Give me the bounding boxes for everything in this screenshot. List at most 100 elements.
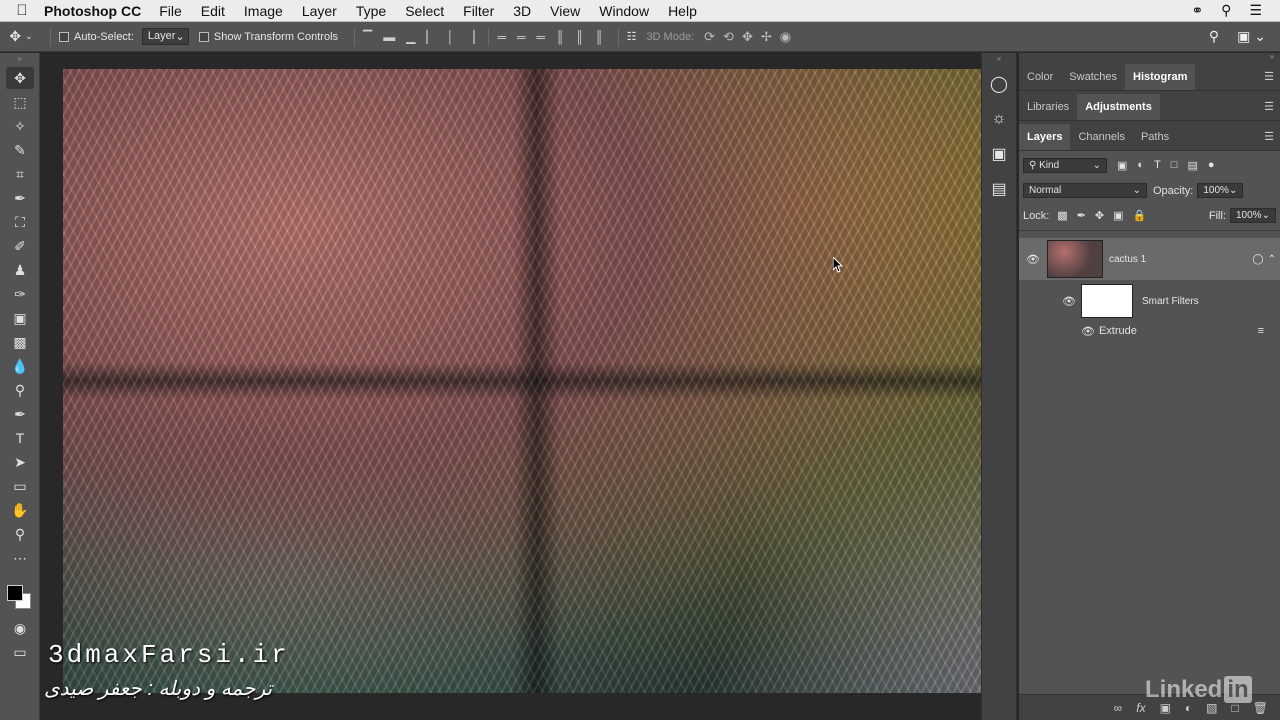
rectangle-tool-icon[interactable]: ▭ — [6, 475, 34, 497]
tab-layers[interactable]: Layers — [1019, 124, 1071, 150]
creative-cloud-icon[interactable]: ⚭ — [1191, 2, 1203, 19]
smart-filter-indicator-icon[interactable]: ◯ — [1252, 254, 1263, 265]
align-hcenter-icon[interactable]: │ — [447, 30, 455, 44]
smart-object-filter-icon[interactable]: ▤ — [1187, 159, 1197, 172]
type-filter-icon[interactable]: T — [1154, 159, 1161, 172]
opacity-field[interactable]: 100% ⌄ — [1197, 183, 1244, 198]
menu-filter[interactable]: Filter — [463, 3, 494, 19]
filter-kind-dropdown[interactable]: ⚲ Kind ⌄ — [1023, 158, 1107, 173]
lock-transparent-icon[interactable]: ▩ — [1057, 209, 1067, 222]
tab-paths[interactable]: Paths — [1133, 124, 1177, 150]
move-tool-preset-picker[interactable]: ✥ ⌄ — [0, 28, 42, 45]
smart-filter-mask-thumbnail[interactable] — [1081, 284, 1133, 318]
layer-thumbnail[interactable] — [1047, 240, 1103, 278]
auto-select-checkbox[interactable] — [59, 31, 69, 42]
3d-camera-icon[interactable]: ◉ — [780, 29, 791, 45]
search-icon[interactable]: ⚲ — [1209, 28, 1219, 45]
panel-menu-icon[interactable]: ☰ — [1264, 100, 1274, 113]
filter-toggle-icon[interactable]: ● — [1208, 159, 1215, 172]
notification-list-icon[interactable]: ☰ — [1249, 2, 1262, 19]
menu-select[interactable]: Select — [405, 3, 444, 19]
tab-channels[interactable]: Channels — [1070, 124, 1132, 150]
smart-filters-row[interactable]: 👁 Smart Filters — [1019, 280, 1280, 322]
lock-image-icon[interactable]: ✒ — [1077, 209, 1086, 222]
gradient-tool-icon[interactable]: ▩ — [6, 331, 34, 353]
adjustments-sun-icon[interactable]: ☼ — [982, 103, 1016, 135]
crop-tool-icon[interactable]: ⌗ — [6, 163, 34, 185]
tab-adjustments[interactable]: Adjustments — [1077, 94, 1160, 120]
screen-mode-icon[interactable]: ▭ — [6, 641, 34, 663]
align-top-icon[interactable]: ▔ — [363, 30, 372, 44]
fill-field[interactable]: 100% ⌄ — [1230, 208, 1276, 223]
layer-name[interactable]: cactus 1 — [1109, 254, 1146, 265]
align-right-icon[interactable]: ▕ — [465, 30, 474, 44]
tab-libraries[interactable]: Libraries — [1019, 94, 1077, 120]
3d-pan-icon[interactable]: ✥ — [742, 29, 753, 45]
filter-name[interactable]: Extrude — [1099, 325, 1137, 337]
path-selection-tool-icon[interactable]: ➤ — [6, 451, 34, 473]
align-left-icon[interactable]: ▏ — [427, 30, 436, 44]
workspace-switcher-icon[interactable]: ▣ ⌄ — [1237, 28, 1266, 45]
blend-mode-dropdown[interactable]: Normal ⌄ — [1023, 183, 1147, 198]
move-tool-icon[interactable]: ✥ — [6, 67, 34, 89]
3d-panel-icon[interactable]: ▣ — [982, 138, 1016, 170]
panel-collapse-grip[interactable]: « — [982, 53, 1016, 65]
lock-all-icon[interactable]: 🔒 — [1133, 209, 1147, 222]
menu-image[interactable]: Image — [244, 3, 283, 19]
visibility-eye-icon[interactable]: 👁 — [1081, 325, 1095, 338]
blur-tool-icon[interactable]: 💧 — [6, 355, 34, 377]
tab-color[interactable]: Color — [1019, 64, 1061, 90]
3d-roll-icon[interactable]: ⟲ — [723, 29, 734, 45]
hand-tool-icon[interactable]: ✋ — [6, 499, 34, 521]
menu-type[interactable]: Type — [356, 3, 386, 19]
adjustment-filter-icon[interactable]: ◐ — [1137, 159, 1144, 172]
zoom-tool-icon[interactable]: ⚲ — [6, 523, 34, 545]
menu-3d[interactable]: 3D — [513, 3, 531, 19]
quick-mask-icon[interactable]: ◉ — [6, 617, 34, 639]
pen-tool-icon[interactable]: ✒ — [6, 403, 34, 425]
distribute-vcenter-icon[interactable]: ═ — [517, 30, 526, 44]
distribute-bottom-icon[interactable]: ═ — [537, 30, 546, 44]
app-menu[interactable]: Photoshop CC — [44, 3, 141, 19]
distribute-top-icon[interactable]: ═ — [497, 30, 506, 44]
apple-icon[interactable]:  — [0, 2, 44, 19]
distribute-hcenter-icon[interactable]: ║ — [576, 30, 585, 44]
type-tool-icon[interactable]: T — [6, 427, 34, 449]
visibility-eye-icon[interactable]: 👁 — [1057, 295, 1081, 308]
panel-collapse-grip[interactable]: » — [1019, 53, 1280, 61]
auto-align-icon[interactable]: ☷ — [627, 30, 637, 43]
layer-row-cactus[interactable]: 👁 cactus 1 ◯ ⌃ — [1019, 238, 1280, 280]
chevron-up-icon[interactable]: ⌃ — [1268, 254, 1276, 265]
distribute-right-icon[interactable]: ║ — [595, 30, 604, 44]
align-vcenter-icon[interactable]: ▬ — [383, 30, 395, 44]
filter-row-extrude[interactable]: 👁 Extrude ≡ — [1019, 322, 1280, 340]
3d-slide-icon[interactable]: ✢ — [761, 29, 772, 45]
tab-histogram[interactable]: Histogram — [1125, 64, 1196, 90]
menu-view[interactable]: View — [550, 3, 580, 19]
delete-layer-icon[interactable]: 🗑 — [1253, 701, 1268, 715]
clone-stamp-tool-icon[interactable]: ♟ — [6, 259, 34, 281]
link-layers-icon[interactable]: ∞ — [1114, 701, 1123, 715]
panel-menu-icon[interactable]: ☰ — [1264, 70, 1274, 83]
marquee-tool-icon[interactable]: ⬚ — [6, 91, 34, 113]
healing-brush-tool-icon[interactable]: ⛶ — [6, 211, 34, 233]
lock-artboard-icon[interactable]: ▣ — [1113, 209, 1123, 222]
shape-filter-icon[interactable]: □ — [1171, 159, 1178, 172]
3d-orbit-icon[interactable]: ⟳ — [704, 29, 715, 45]
visibility-eye-icon[interactable]: 👁 — [1019, 253, 1047, 266]
menu-file[interactable]: File — [159, 3, 182, 19]
properties-panel-icon[interactable]: ◯ — [982, 68, 1016, 100]
lock-position-icon[interactable]: ✥ — [1095, 209, 1104, 222]
eraser-tool-icon[interactable]: ▣ — [6, 307, 34, 329]
filter-blending-options-icon[interactable]: ≡ — [1258, 325, 1264, 337]
quick-select-tool-icon[interactable]: ✎ — [6, 139, 34, 161]
brush-tool-icon[interactable]: ✐ — [6, 235, 34, 257]
character-panel-icon[interactable]: ▤ — [982, 173, 1016, 205]
canvas-image[interactable] — [63, 69, 1001, 693]
menu-window[interactable]: Window — [599, 3, 649, 19]
align-bottom-icon[interactable]: ▁ — [406, 30, 415, 44]
distribute-left-icon[interactable]: ║ — [556, 30, 565, 44]
edit-toolbar-icon[interactable]: ⋯ — [6, 547, 34, 569]
history-brush-tool-icon[interactable]: ✑ — [6, 283, 34, 305]
panel-collapse-grip[interactable]: » — [0, 53, 39, 65]
